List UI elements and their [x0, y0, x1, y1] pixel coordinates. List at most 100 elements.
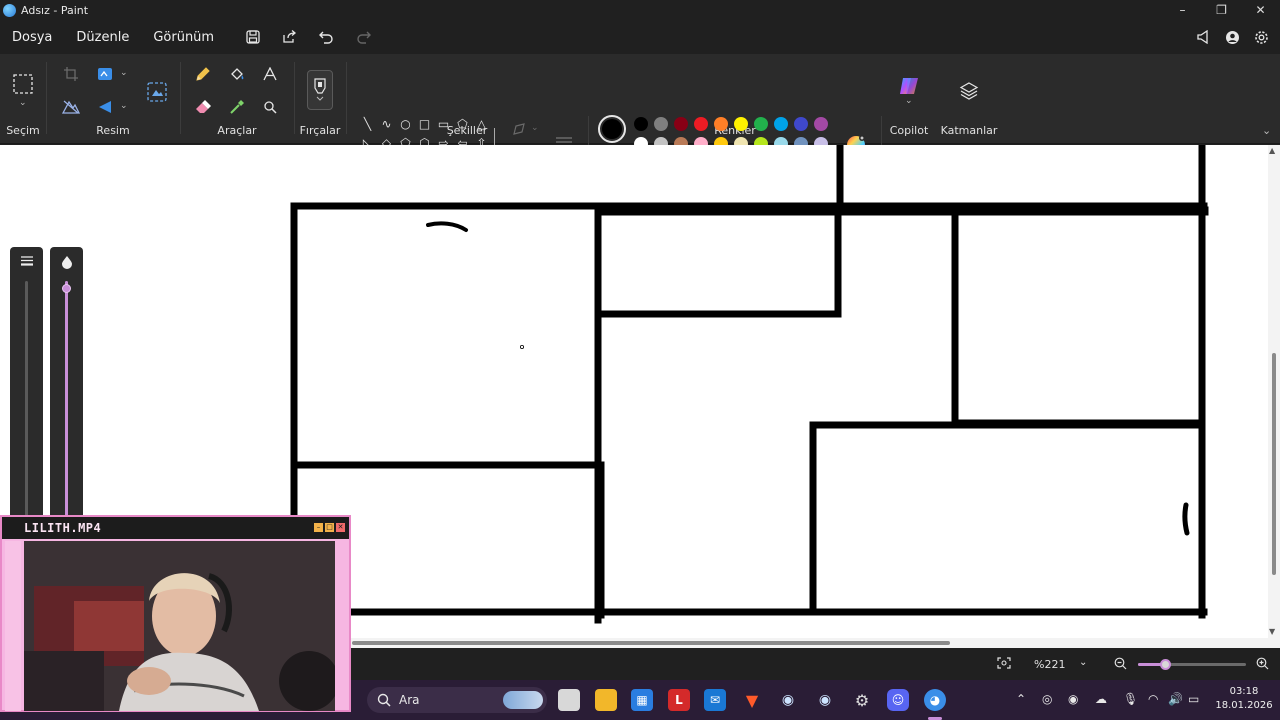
minimize-button[interactable]: – [1163, 0, 1202, 20]
opacity-slider-knob[interactable] [62, 284, 71, 293]
resize-icon[interactable] [92, 62, 118, 86]
steam-alt-icon[interactable]: ◉ [814, 689, 836, 711]
chatgpt-icon[interactable]: ⚙ [851, 689, 873, 711]
task-view-icon[interactable] [558, 689, 580, 711]
zoom-dropdown-chevron-icon[interactable]: ⌄ [1079, 657, 1087, 668]
paint-taskbar-icon[interactable]: ◕ [924, 689, 946, 711]
primary-color-button[interactable] [598, 115, 626, 143]
color-swatch[interactable] [814, 117, 828, 131]
wifi-icon[interactable]: ◠ [1148, 692, 1158, 706]
shape-option-0[interactable]: ╲ [358, 114, 377, 133]
group-selection: ⌄ Seçim [0, 54, 46, 144]
shape-option-5[interactable]: ⬠ [453, 114, 472, 133]
remove-background-icon[interactable] [58, 95, 84, 119]
color-swatch[interactable] [794, 117, 808, 131]
vertical-scroll-thumb[interactable] [1272, 353, 1276, 575]
announcement-icon[interactable] [1189, 20, 1218, 54]
zoom-out-icon[interactable] [1114, 657, 1127, 673]
zoom-in-icon[interactable] [1256, 657, 1269, 673]
battery-icon[interactable]: ▭ [1188, 692, 1199, 706]
opacity-slider[interactable] [50, 247, 83, 522]
color-swatch[interactable] [654, 117, 668, 131]
shape-option-3[interactable]: □ [415, 114, 434, 133]
rotate-chevron-icon[interactable]: ⌄ [120, 101, 128, 111]
text-icon[interactable] [257, 62, 283, 86]
close-button[interactable]: ✕ [1241, 0, 1280, 20]
magnifier-icon[interactable] [257, 95, 283, 119]
letter-l-app-icon[interactable]: L [668, 689, 690, 711]
fill-icon[interactable] [224, 62, 250, 86]
brave-browser-icon[interactable]: ▼ [741, 689, 763, 711]
eraser-icon[interactable] [190, 95, 216, 119]
zoom-level[interactable]: %221 [1034, 658, 1065, 671]
steam-icon[interactable]: ◉ [777, 689, 799, 711]
fit-to-window-icon[interactable] [997, 657, 1011, 672]
pencil-icon[interactable] [190, 62, 216, 86]
file-explorer-icon[interactable] [595, 689, 617, 711]
opacity-slider-track[interactable] [65, 281, 68, 516]
save-icon[interactable] [234, 20, 271, 54]
undo-icon[interactable] [308, 20, 345, 54]
scroll-down-icon[interactable]: ▼ [1269, 627, 1275, 636]
taskbar-clock[interactable]: 03:18 18.01.2026 [1214, 685, 1274, 713]
tray-app-icon[interactable]: ◎ [1042, 692, 1052, 706]
ribbon-toolbar: ⌄ Seçim ⌄ ⌄ Resim Araçlar Fırçalar Şekil… [0, 54, 1280, 188]
horizontal-scroll-thumb[interactable] [352, 641, 950, 645]
discord-icon[interactable]: ☺ [887, 689, 909, 711]
menu-edit[interactable]: Düzenle [64, 20, 141, 54]
size-slider-track[interactable] [25, 281, 28, 516]
shape-option-4[interactable]: ▭ [434, 114, 453, 133]
mail-icon[interactable]: ✉ [704, 689, 726, 711]
share-icon[interactable] [271, 20, 308, 54]
color-swatch[interactable] [774, 117, 788, 131]
group-image: ⌄ ⌄ Resim [47, 54, 179, 144]
microphone-icon[interactable]: 🎙 [1123, 692, 1138, 706]
webcam-overlay: LILITH.MP4 – □ ✕ [0, 515, 351, 712]
image-select-icon[interactable] [143, 78, 171, 106]
zoom-slider[interactable] [1138, 659, 1246, 670]
brush-selector-button[interactable] [307, 70, 333, 110]
color-swatch[interactable] [754, 117, 768, 131]
tray-cloud-icon[interactable]: ☁ [1095, 692, 1107, 706]
resize-chevron-icon[interactable]: ⌄ [120, 68, 128, 78]
shape-option-2[interactable]: ○ [396, 114, 415, 133]
selection-chevron-icon[interactable]: ⌄ [19, 98, 27, 108]
settings-icon[interactable] [1247, 20, 1276, 54]
tray-overflow-icon[interactable]: ⌃ [1016, 692, 1026, 706]
shape-option-1[interactable]: ∿ [377, 114, 396, 133]
selection-rect-icon[interactable] [10, 71, 36, 97]
webcam-close-icon: ✕ [336, 523, 345, 532]
vertical-scrollbar[interactable]: ▲ ▼ [1268, 145, 1280, 638]
color-swatch[interactable] [694, 117, 708, 131]
color-swatch[interactable] [734, 117, 748, 131]
shape-outline-icon[interactable] [506, 117, 532, 141]
brush-size-slider[interactable] [10, 247, 43, 522]
paint-window: Adsız - Paint – ❐ ✕ Dosya Düzenle Görünü… [0, 0, 1280, 720]
shape-option-6[interactable]: △ [472, 114, 491, 133]
color-picker-icon[interactable] [224, 95, 250, 119]
taskbar-search[interactable]: Ara [367, 687, 547, 713]
account-icon[interactable] [1218, 20, 1247, 54]
scroll-up-icon[interactable]: ▲ [1269, 146, 1275, 155]
color-swatch[interactable] [634, 117, 648, 131]
maximize-button[interactable]: ❐ [1202, 0, 1241, 20]
stroke-scribble [426, 221, 468, 232]
window-controls: – ❐ ✕ [1163, 0, 1280, 20]
rotate-icon[interactable] [92, 95, 118, 119]
zoom-slider-knob[interactable] [1160, 659, 1171, 670]
menu-view[interactable]: Görünüm [141, 20, 226, 54]
color-swatch[interactable] [674, 117, 688, 131]
copilot-chevron-icon[interactable]: ⌄ [905, 96, 913, 106]
store-icon[interactable]: ▦ [631, 689, 653, 711]
tray-steam-icon[interactable]: ◉ [1068, 692, 1078, 706]
ribbon-collapse-chevron-icon[interactable]: ⌄ [1262, 124, 1271, 137]
shape-outline-chevron-icon[interactable]: ⌄ [531, 123, 539, 133]
webcam-title-bar: LILITH.MP4 – □ ✕ [2, 517, 349, 539]
color-swatch[interactable] [714, 117, 728, 131]
crop-icon[interactable] [58, 62, 84, 86]
search-label: Ara [399, 693, 420, 707]
redo-icon[interactable] [345, 20, 382, 54]
menu-file[interactable]: Dosya [0, 20, 64, 54]
layers-icon[interactable] [956, 78, 982, 104]
volume-icon[interactable]: 🔊 [1168, 692, 1183, 706]
